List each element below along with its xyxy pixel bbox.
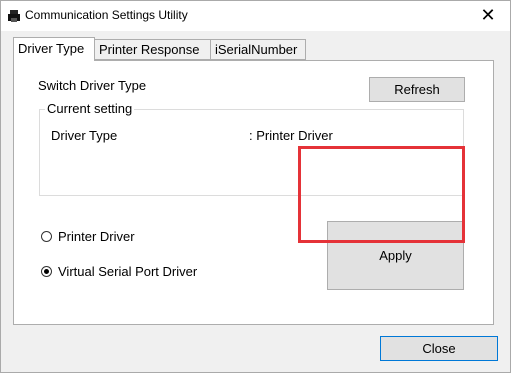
tab-label: Driver Type (18, 41, 85, 56)
tab-iserialnumber[interactable]: iSerialNumber (210, 39, 306, 60)
virtual-serial-port-radio[interactable]: Virtual Serial Port Driver (41, 264, 231, 281)
tab-label: Printer Response (99, 42, 200, 57)
driver-type-value: : Printer Driver (249, 128, 333, 143)
tab-driver-type[interactable]: Driver Type (13, 37, 95, 61)
virtual-serial-port-label: Virtual Serial Port Driver (58, 264, 198, 279)
tab-label: iSerialNumber (215, 42, 298, 57)
close-button[interactable]: Close (380, 336, 498, 361)
current-setting-title: Current setting (45, 101, 135, 116)
close-x-icon[interactable]: ✕ (466, 1, 510, 31)
title-bar: Communication Settings Utility ✕ (1, 1, 510, 31)
driver-type-label: Driver Type (51, 128, 118, 143)
tab-printer-response[interactable]: Printer Response (94, 39, 211, 60)
dialog-window: Communication Settings Utility ✕ Driver … (0, 0, 511, 373)
highlight-box (298, 146, 465, 243)
radio-checked (41, 266, 52, 277)
switch-driver-type-label: Switch Driver Type (38, 78, 147, 93)
printer-driver-label: Printer Driver (58, 229, 135, 244)
window-title: Communication Settings Utility (25, 8, 188, 22)
radio-unchecked (41, 231, 52, 242)
printer-driver-radio[interactable]: Printer Driver (41, 229, 161, 246)
printer-icon (8, 10, 20, 22)
refresh-button[interactable]: Refresh (369, 77, 465, 102)
